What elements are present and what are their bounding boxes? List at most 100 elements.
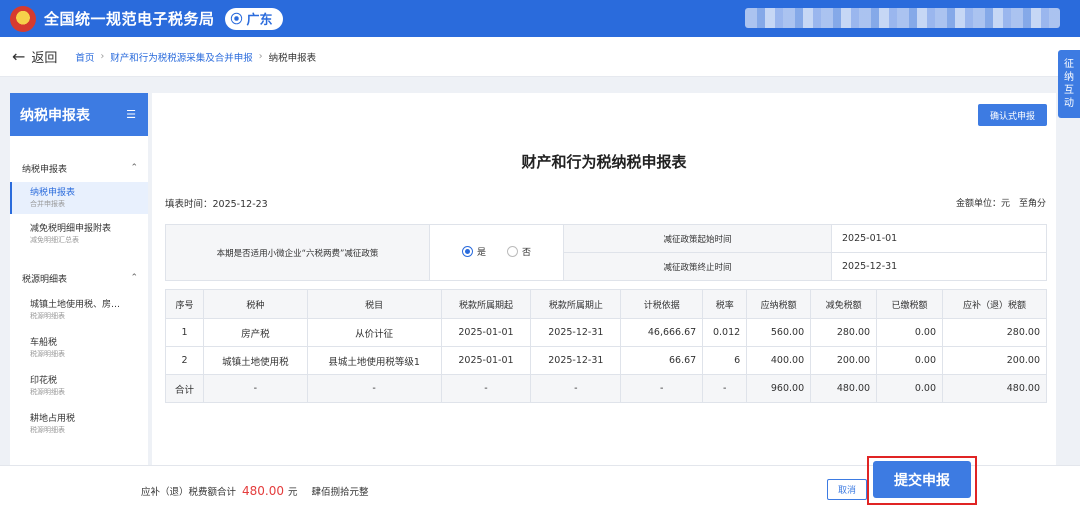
breadcrumb-home[interactable]: 首页 bbox=[75, 50, 94, 64]
cell-tax-type: 房产税 bbox=[202, 318, 308, 347]
breadcrumb-current: 纳税申报表 bbox=[268, 52, 317, 64]
location-pin-icon: ⦿ bbox=[230, 12, 243, 26]
region-selector[interactable]: ⦿ 广东 bbox=[224, 7, 283, 30]
cell-period-end: 2025-12-31 bbox=[530, 318, 622, 347]
col-header: 税种 bbox=[202, 289, 308, 319]
col-header: 应纳税额 bbox=[746, 289, 812, 319]
total-summary: 应补（退）税费额合计 480.00 元 肆佰捌拾元整 bbox=[141, 484, 369, 498]
policy-end-value: 2025-12-31 bbox=[831, 252, 1047, 281]
cell-tax-due: 280.00 bbox=[942, 318, 1047, 347]
submit-declaration-button[interactable]: 提交申报 bbox=[873, 461, 971, 498]
sidebar-item-label: 印花税 bbox=[30, 376, 58, 386]
col-header: 应补（退）税额 bbox=[942, 289, 1047, 319]
sidebar-group-returns[interactable]: 纳税申报表 ⌃ bbox=[10, 158, 148, 178]
cell-tax-type: - bbox=[202, 374, 308, 403]
sidebar-item-label: 耕地占用税 bbox=[30, 414, 76, 424]
cell-tax-paid: 0.00 bbox=[876, 318, 944, 347]
tax-interaction-tab[interactable]: 征 纳 互 动 bbox=[1058, 50, 1080, 118]
cell-tax-rate: 6 bbox=[702, 346, 748, 375]
table-row[interactable]: 2 城镇土地使用税 县城土地使用税等级1 2025-01-01 2025-12-… bbox=[165, 346, 1047, 375]
radio-unchecked-icon bbox=[506, 246, 518, 257]
sidebar-item-label: 减免税明细申报附表 bbox=[30, 224, 112, 234]
col-header: 减免税额 bbox=[810, 289, 878, 319]
sidebar-item-sublabel: 税源明细表 bbox=[30, 426, 65, 434]
cell-tax-payable: 400.00 bbox=[746, 346, 812, 375]
sidebar-item-stamp-tax[interactable]: 印花税 税源明细表 bbox=[10, 370, 148, 402]
sidebar: 纳税申报表 ☰ 纳税申报表 ⌃ 纳税申报表 合并申报表 减免税明细申报附表 减免… bbox=[10, 93, 148, 473]
page-title: 财产和行为税纳税申报表 bbox=[521, 153, 687, 171]
radio-checked-icon bbox=[462, 246, 474, 257]
sidebar-item-label: 城镇土地使用税、房… bbox=[30, 300, 121, 310]
cell-tax-rate: - bbox=[702, 374, 748, 403]
col-header: 已缴税额 bbox=[876, 289, 944, 319]
cancel-button[interactable]: 取消 bbox=[827, 479, 867, 500]
cell-period-start: - bbox=[440, 374, 532, 403]
breadcrumb-separator: › bbox=[258, 51, 263, 62]
arrow-left-icon: ← bbox=[12, 47, 26, 66]
chevron-up-icon: ⌃ bbox=[130, 163, 138, 173]
fill-date: 填表时间：2025-12-23 bbox=[165, 199, 268, 210]
cell-tax-relief: 200.00 bbox=[810, 346, 878, 375]
col-header: 税目 bbox=[306, 289, 442, 319]
sidebar-group-tax-source[interactable]: 税源明细表 ⌃ bbox=[10, 268, 148, 288]
sidebar-item-sublabel: 减免明细汇总表 bbox=[30, 236, 79, 244]
tax-table: 序号 税种 税目 税款所属期起 税款所属期止 计税依据 税率 应纳税额 减免税额… bbox=[165, 289, 1047, 403]
cell-seq: 1 bbox=[165, 318, 204, 347]
cell-tax-due: 480.00 bbox=[942, 374, 1047, 403]
back-label: 返回 bbox=[31, 51, 58, 66]
sidebar-group-label: 税源明细表 bbox=[22, 274, 68, 285]
sidebar-item-exemption-schedule[interactable]: 减免税明细申报附表 减免明细汇总表 bbox=[10, 218, 148, 250]
cell-tax-paid: 0.00 bbox=[876, 346, 944, 375]
sidebar-item-vehicle-tax[interactable]: 车船税 税源明细表 bbox=[10, 332, 148, 364]
policy-radio-group: 是 否 bbox=[429, 224, 564, 281]
cell-seq: 合计 bbox=[165, 374, 204, 403]
cell-tax-relief: 280.00 bbox=[810, 318, 878, 347]
total-unit: 元 bbox=[288, 487, 298, 498]
breadcrumb-separator: › bbox=[100, 51, 105, 62]
confirm-declaration-button[interactable]: 确认式申报 bbox=[978, 104, 1047, 126]
sidebar-item-return-form[interactable]: 纳税申报表 合并申报表 bbox=[10, 182, 148, 214]
cell-tax-item: 县城土地使用税等级1 bbox=[306, 346, 442, 375]
policy-start-value: 2025-01-01 bbox=[831, 224, 1047, 253]
cell-tax-basis: 46,666.67 bbox=[620, 318, 704, 347]
policy-table: 本期是否适用小微企业“六税两费”减征政策 是 否 减征政策起始时间 2025-0… bbox=[165, 224, 1047, 281]
float-tab-char: 纳 bbox=[1064, 72, 1074, 83]
cell-tax-item: 从价计征 bbox=[306, 318, 442, 347]
col-header: 计税依据 bbox=[620, 289, 704, 319]
cell-period-start: 2025-01-01 bbox=[440, 318, 532, 347]
col-header: 序号 bbox=[165, 289, 204, 319]
cell-tax-payable: 560.00 bbox=[746, 318, 812, 347]
tax-table-header-row: 序号 税种 税目 税款所属期起 税款所属期止 计税依据 税率 应纳税额 减免税额… bbox=[165, 289, 1047, 319]
sidebar-header: 纳税申报表 ☰ bbox=[10, 93, 148, 136]
cell-tax-paid: 0.00 bbox=[876, 374, 944, 403]
cell-tax-type: 城镇土地使用税 bbox=[202, 346, 308, 375]
sidebar-title: 纳税申报表 bbox=[20, 107, 90, 124]
col-header: 税率 bbox=[702, 289, 748, 319]
breadcrumb-collection[interactable]: 财产和行为税税源采集及合并申报 bbox=[110, 50, 253, 64]
radio-label: 是 bbox=[477, 248, 487, 258]
total-amount-capital: 肆佰捌拾元整 bbox=[311, 487, 369, 498]
policy-no-radio[interactable]: 否 bbox=[506, 245, 531, 258]
cell-tax-payable: 960.00 bbox=[746, 374, 812, 403]
cell-tax-relief: 480.00 bbox=[810, 374, 878, 403]
sidebar-item-farmland-tax[interactable]: 耕地占用税 税源明细表 bbox=[10, 408, 148, 440]
policy-question: 本期是否适用小微企业“六税两费”减征政策 bbox=[165, 224, 430, 281]
sidebar-item-sublabel: 税源明细表 bbox=[30, 312, 65, 320]
cell-tax-item: - bbox=[306, 374, 442, 403]
table-row[interactable]: 1 房产税 从价计征 2025-01-01 2025-12-31 46,666.… bbox=[165, 318, 1047, 347]
user-info-blurred[interactable] bbox=[745, 8, 1060, 28]
top-header: ★ 全国统一规范电子税务局 ⦿ 广东 bbox=[0, 0, 1080, 37]
cell-seq: 2 bbox=[165, 346, 204, 375]
sidebar-item-land-property-tax[interactable]: 城镇土地使用税、房… 税源明细表 bbox=[10, 294, 148, 326]
float-tab-char: 征 bbox=[1064, 59, 1074, 70]
region-label: 广东 bbox=[246, 13, 273, 28]
cell-tax-due: 200.00 bbox=[942, 346, 1047, 375]
sidebar-item-label: 纳税申报表 bbox=[30, 188, 76, 198]
collapse-menu-icon[interactable]: ☰ bbox=[126, 108, 136, 121]
back-button[interactable]: ← 返回 bbox=[12, 47, 57, 66]
cell-period-end: - bbox=[530, 374, 622, 403]
float-tab-char: 互 bbox=[1064, 85, 1074, 96]
policy-yes-radio[interactable]: 是 bbox=[462, 245, 486, 258]
amount-unit: 金额单位：元 至角分 bbox=[955, 199, 1046, 209]
col-header: 税款所属期起 bbox=[440, 289, 532, 319]
